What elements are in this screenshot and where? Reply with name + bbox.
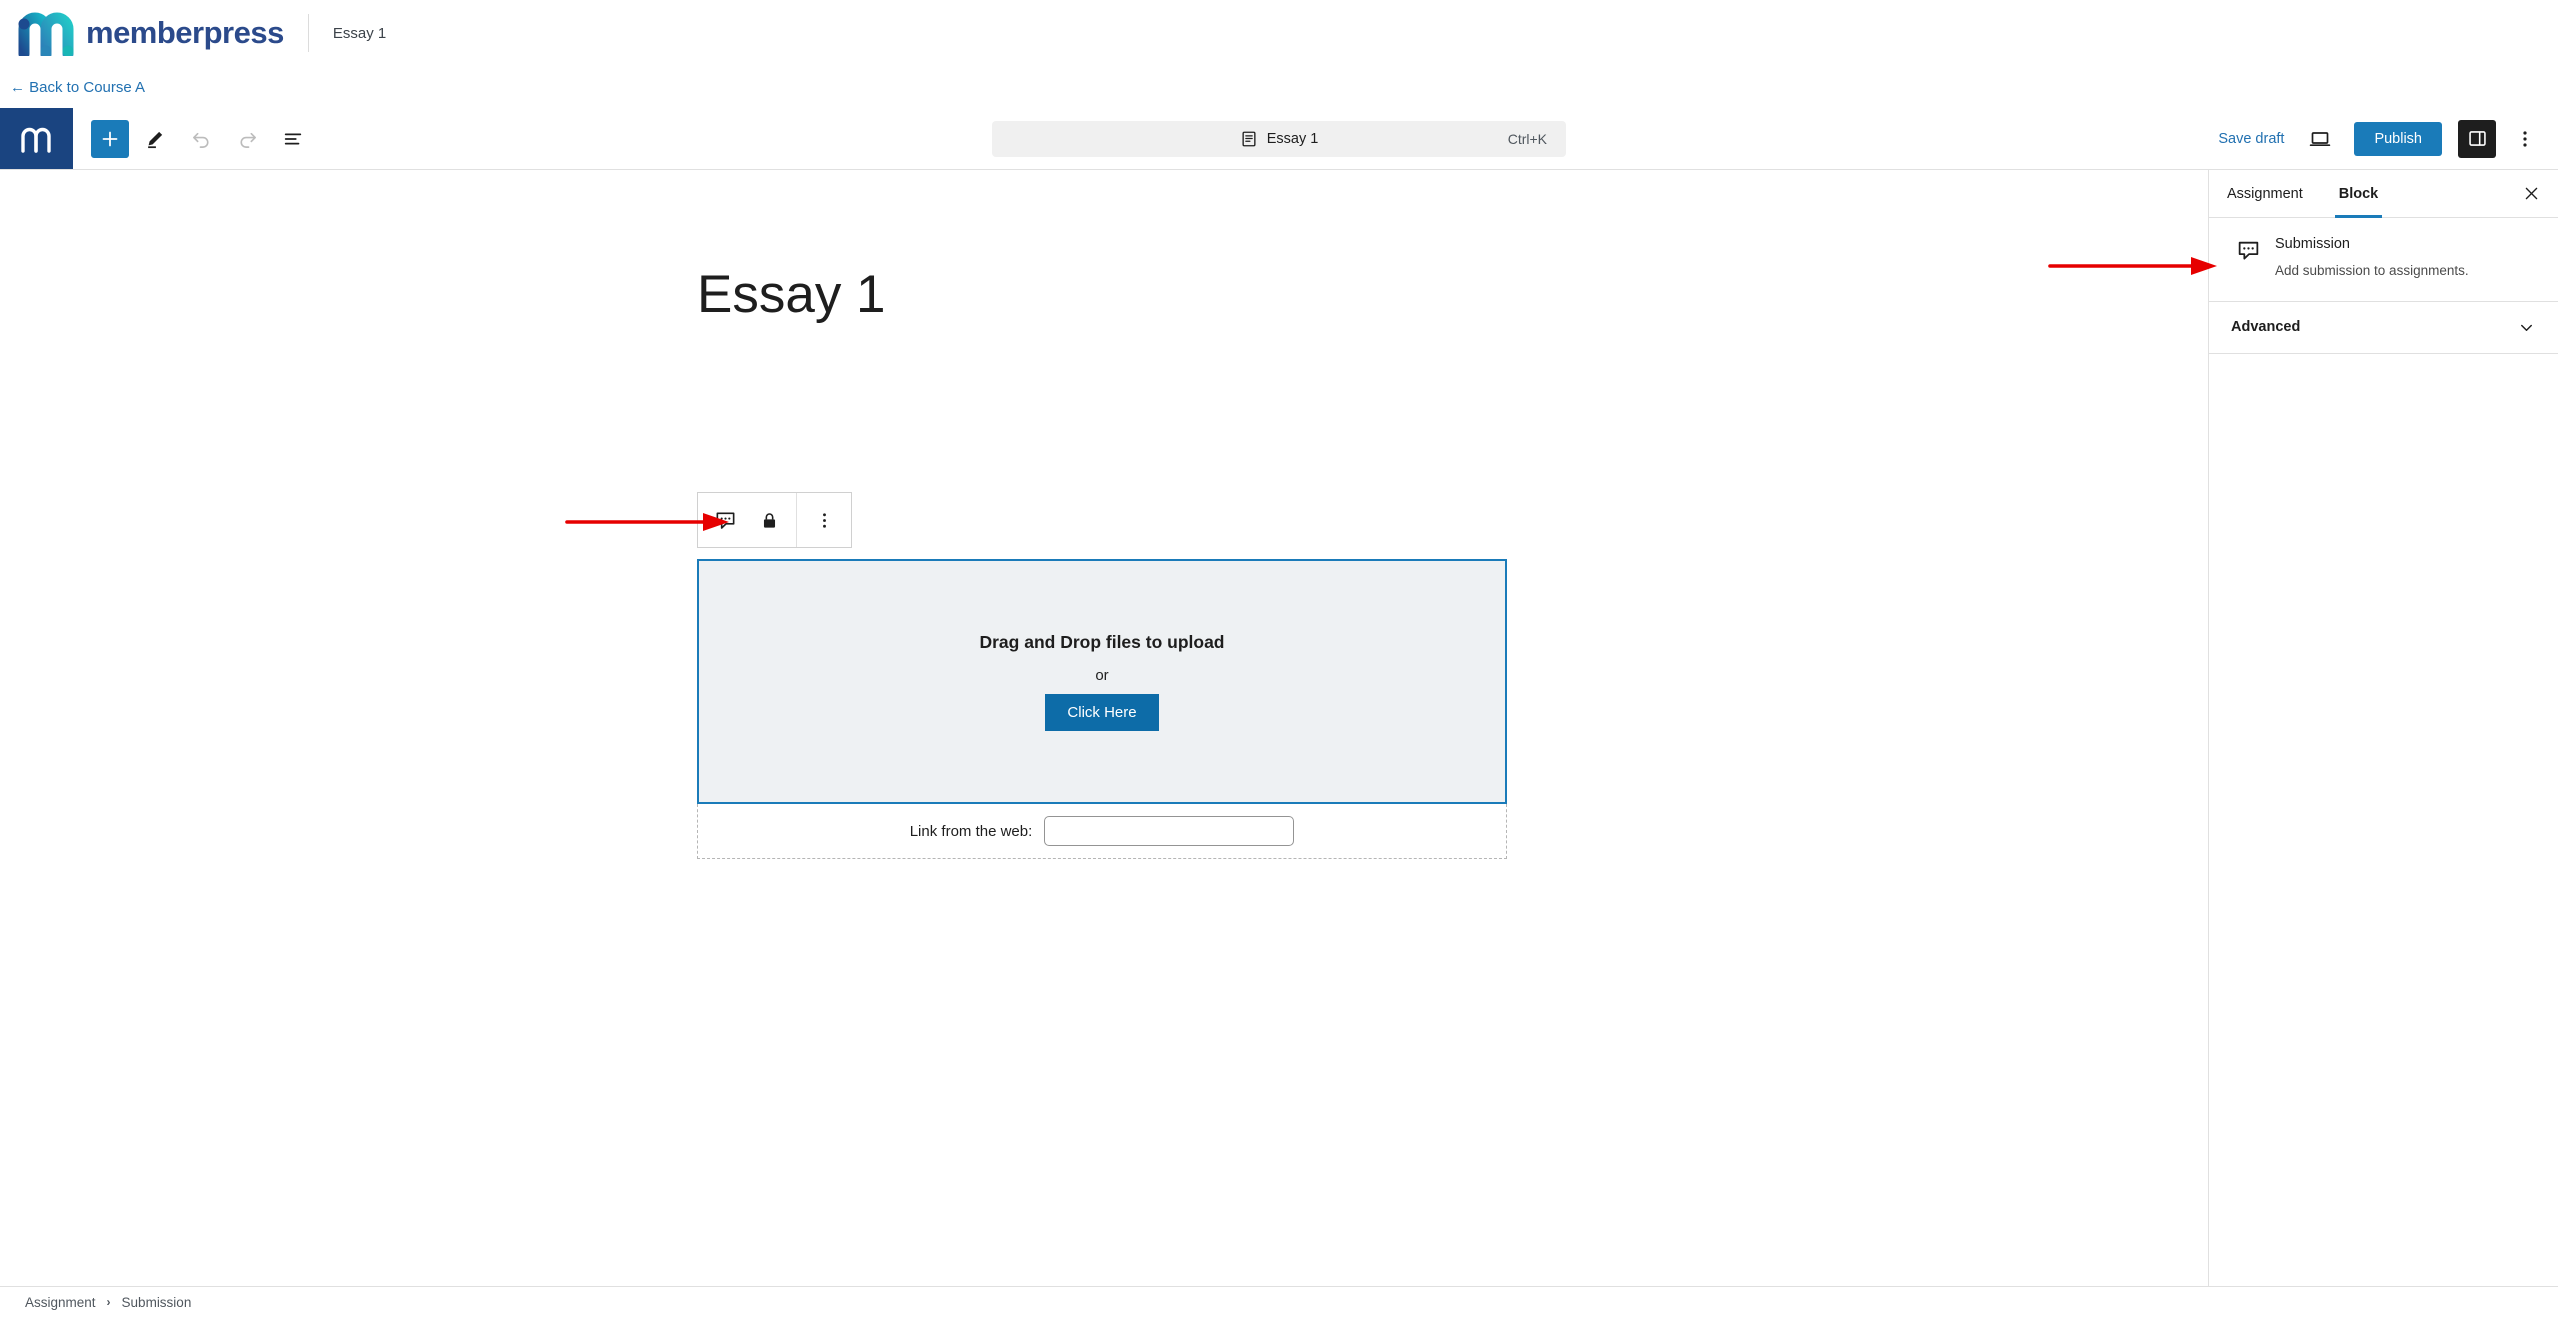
edit-tool-button[interactable] [135, 119, 175, 159]
memberpress-logo-icon [18, 12, 74, 56]
command-bar-inner: Essay 1 [1240, 130, 1319, 148]
sidebar-submission-block: Submission Add submission to assignments… [2209, 218, 2558, 302]
undo-icon [192, 132, 208, 148]
document-overview-button[interactable] [273, 119, 313, 159]
breadcrumb-parent[interactable]: Assignment [25, 1295, 96, 1310]
chevron-right-icon: › [106, 1295, 111, 1309]
sidebar-section-advanced[interactable]: Advanced [2209, 302, 2558, 354]
tab-assignment[interactable]: Assignment [2209, 170, 2321, 217]
breadcrumb-current[interactable]: Submission [122, 1295, 192, 1310]
toolbar-left-tools [73, 119, 313, 159]
back-link-row: ← Back to Course A [0, 66, 2558, 108]
dropzone-or-label: or [1095, 667, 1109, 684]
sidebar-block-description: Add submission to assignments. [2275, 263, 2469, 278]
settings-sidebar-toggle[interactable] [2458, 119, 2496, 158]
sidebar-section-label: Advanced [2231, 319, 2301, 336]
brand-logo-group[interactable]: memberpress [0, 10, 284, 56]
undo-button[interactable] [181, 119, 221, 159]
sidebar-panel-icon [2468, 131, 2486, 146]
command-bar-label: Essay 1 [1266, 130, 1319, 147]
lock-icon[interactable] [752, 503, 786, 537]
close-icon[interactable] [2514, 177, 2548, 211]
plus-icon [102, 131, 118, 146]
dropzone-title: Drag and Drop files to upload [979, 632, 1225, 652]
click-here-button[interactable]: Click Here [1045, 694, 1159, 731]
sidebar-tabs: Assignment Block [2209, 170, 2558, 218]
link-from-web-row: Link from the web: [697, 804, 1507, 859]
tab-block[interactable]: Block [2321, 170, 2397, 218]
settings-sidebar: Assignment Block Submission Add submissi… [2208, 170, 2558, 1286]
document-icon [1242, 131, 1256, 146]
sidebar-block-title: Submission [2275, 236, 2350, 252]
post-title[interactable]: Essay 1 [697, 265, 886, 324]
submission-block-icon [2235, 237, 2261, 263]
command-bar-shortcut: Ctrl+K [1507, 130, 1547, 147]
brand-divider [307, 14, 309, 52]
link-from-web-label: Link from the web: [909, 822, 1033, 840]
submission-block[interactable]: Drag and Drop files to upload or Click H… [697, 559, 1507, 859]
add-block-button[interactable] [91, 119, 129, 158]
block-toolbar-primary-group [698, 493, 796, 547]
breadcrumb: Assignment › Submission [0, 1286, 2558, 1317]
desktop-preview-icon [2310, 131, 2331, 146]
preview-button[interactable] [2300, 119, 2340, 159]
submission-dropzone[interactable]: Drag and Drop files to upload or Click H… [697, 559, 1507, 804]
block-toolbar-options-group [797, 493, 851, 547]
command-bar[interactable]: Essay 1 Ctrl+K [992, 120, 1566, 157]
list-view-icon [284, 133, 302, 144]
pencil-icon [148, 131, 163, 148]
redo-icon [240, 132, 256, 148]
submission-block-icon[interactable] [708, 503, 742, 537]
redo-button[interactable] [227, 119, 267, 159]
memberpress-m-icon [20, 127, 51, 153]
editor-canvas: Essay 1 Drag and Drop files to upload or… [0, 170, 2208, 1174]
memberpress-brand-bar: memberpress Essay 1 [0, 0, 2558, 66]
block-options-icon[interactable] [807, 503, 841, 537]
brand-document-title: Essay 1 [332, 24, 387, 42]
back-to-course-link[interactable]: ← Back to Course A [10, 79, 145, 96]
brand-wordmark: memberpress [86, 15, 284, 50]
toolbar-right-actions: Save draft Publish [2206, 119, 2544, 159]
publish-button[interactable]: Publish [2354, 121, 2442, 156]
block-toolbar [697, 492, 852, 548]
chevron-down-icon[interactable] [2517, 318, 2536, 337]
memberpress-home-button[interactable] [0, 108, 73, 169]
editor-options-button[interactable] [2506, 120, 2544, 158]
editor-top-toolbar: Essay 1 Ctrl+K Save draft Publish [0, 108, 2558, 170]
link-from-web-input[interactable] [1044, 816, 1295, 846]
three-dots-vertical-icon [2523, 130, 2527, 147]
save-draft-button[interactable]: Save draft [2206, 123, 2296, 155]
sidebar-block-text: Submission Add submission to assignments… [2275, 236, 2469, 281]
